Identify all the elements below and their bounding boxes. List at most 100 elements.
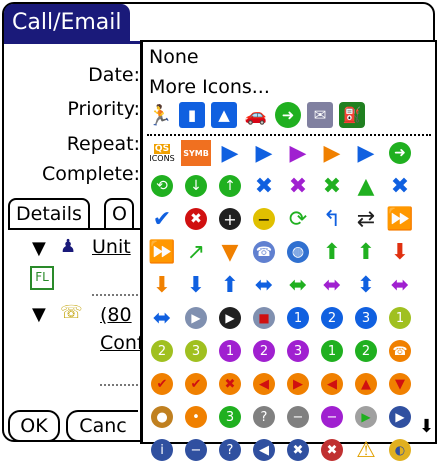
- play-blue-icon[interactable]: ▶: [215, 140, 245, 166]
- minus-circle-icon[interactable]: −: [283, 404, 313, 430]
- fast-forward-icon[interactable]: ⏩: [385, 206, 415, 232]
- down-triangle-icon[interactable]: ▼: [215, 239, 245, 265]
- question-circle-icon[interactable]: ?: [215, 437, 245, 463]
- back-arrow-circle-icon[interactable]: ⟲: [147, 173, 177, 199]
- area-chart-icon[interactable]: ▲: [211, 102, 237, 128]
- number-3-icon[interactable]: 3: [351, 305, 381, 331]
- right-arrow-circle-icon[interactable]: ➜: [385, 140, 415, 166]
- play-purple-icon[interactable]: ▶: [283, 140, 313, 166]
- cancel-circle-icon[interactable]: ✖: [283, 437, 313, 463]
- menu-item-more-icons[interactable]: More Icons...: [149, 76, 270, 98]
- number-2-icon[interactable]: 2: [249, 338, 279, 364]
- check-circle-icon[interactable]: ✔: [147, 371, 177, 397]
- ok-button[interactable]: OK: [8, 410, 60, 442]
- detail-row-3[interactable]: (80: [100, 304, 132, 326]
- down-arrow-circle-icon[interactable]: ▼: [385, 371, 415, 397]
- left-right-arrow-icon[interactable]: ⬌: [283, 272, 313, 298]
- collapse-triangle-icon[interactable]: ▼: [32, 238, 46, 259]
- down-arrow-icon[interactable]: ⬇: [385, 239, 415, 265]
- left-right-arrow-icon[interactable]: ⬌: [147, 305, 177, 331]
- left-right-arrow-icon[interactable]: ⬌: [385, 272, 415, 298]
- back-arrow-circle-icon[interactable]: ◀: [317, 371, 347, 397]
- down-arrow-icon[interactable]: ⬇: [147, 272, 177, 298]
- dot-circle-icon[interactable]: •: [181, 404, 211, 430]
- cancel-circle-icon[interactable]: ✖: [317, 437, 347, 463]
- up-down-arrow-icon[interactable]: ⬍: [351, 272, 381, 298]
- curved-arrow-icon[interactable]: ↗: [181, 239, 211, 265]
- up-arrow-icon[interactable]: ⬆: [317, 239, 347, 265]
- left-right-arrow-icon[interactable]: ⬌: [317, 272, 347, 298]
- cross-arrows-icon[interactable]: ✖: [249, 173, 279, 199]
- refresh-icon[interactable]: ⟳: [283, 206, 313, 232]
- play-orange-icon[interactable]: ▶: [317, 140, 347, 166]
- up-arrow-circle-icon[interactable]: ↑: [215, 173, 245, 199]
- number-2-icon[interactable]: 2: [147, 338, 177, 364]
- tab-other[interactable]: O: [104, 198, 134, 228]
- minus-circle-icon[interactable]: −: [181, 437, 211, 463]
- bar-chart-icon[interactable]: ▮: [179, 102, 205, 128]
- number-1-icon[interactable]: 1: [283, 305, 313, 331]
- play-circle-icon[interactable]: ▶: [351, 404, 381, 430]
- number-2-icon[interactable]: 2: [317, 305, 347, 331]
- phone-circle-icon[interactable]: ☎: [249, 239, 279, 265]
- info-circle-icon[interactable]: i: [147, 437, 177, 463]
- globe-icon[interactable]: ◍: [283, 239, 313, 265]
- detail-row-1[interactable]: Unit: [92, 236, 131, 258]
- search-circle-icon[interactable]: ●: [147, 404, 177, 430]
- warning-icon[interactable]: ⚠: [351, 437, 381, 463]
- play-blue-icon[interactable]: ▶: [249, 140, 279, 166]
- play-circle-icon[interactable]: ▶: [385, 404, 415, 430]
- fast-forward-icon[interactable]: ⏩: [147, 239, 177, 265]
- cancel-circle-icon[interactable]: ✖: [215, 371, 245, 397]
- left-arrow-circle-icon[interactable]: ◀: [249, 437, 279, 463]
- collapse-triangle-icon[interactable]: ▼: [32, 304, 46, 325]
- play-blue-icon[interactable]: ▶: [351, 140, 381, 166]
- number-2-icon[interactable]: 2: [351, 338, 381, 364]
- shuffle-icon[interactable]: ⇄: [351, 206, 381, 232]
- symbols-category[interactable]: SYMB: [181, 140, 211, 166]
- down-arrow-circle-icon[interactable]: ↓: [181, 173, 211, 199]
- number-3-icon[interactable]: 3: [283, 338, 313, 364]
- left-arrow-circle-icon[interactable]: ◀: [249, 371, 279, 397]
- close-x-icon[interactable]: ✖: [385, 173, 415, 199]
- question-circle-icon[interactable]: ?: [249, 404, 279, 430]
- qs-icons-category[interactable]: QS ICONS: [147, 140, 177, 166]
- menu-item-none[interactable]: None: [149, 46, 199, 68]
- down-arrow-icon[interactable]: ⬇: [181, 272, 211, 298]
- stop-circle-icon[interactable]: ■: [249, 305, 279, 331]
- cancel-circle-icon[interactable]: ✖: [181, 206, 211, 232]
- phone-circle-icon[interactable]: ☎: [385, 338, 415, 364]
- play-circle-icon[interactable]: ▶: [215, 305, 245, 331]
- scroll-down-arrow-icon[interactable]: ⬇: [419, 416, 434, 437]
- return-arrow-icon[interactable]: ↰: [317, 206, 347, 232]
- runner-icon[interactable]: 🏃: [147, 102, 173, 128]
- check-circle-icon[interactable]: ✔: [181, 371, 211, 397]
- left-right-arrow-icon[interactable]: ⬌: [249, 272, 279, 298]
- right-arrow-circle-icon[interactable]: ➜: [275, 102, 301, 128]
- checkmark-icon[interactable]: ✔: [147, 206, 177, 232]
- envelope-icon[interactable]: ✉: [307, 102, 333, 128]
- minus-circle-icon[interactable]: −: [317, 404, 347, 430]
- plus-circle-icon[interactable]: +: [215, 206, 245, 232]
- fl-icon[interactable]: FL: [30, 266, 54, 290]
- number-1-icon[interactable]: 1: [385, 305, 415, 331]
- number-3-icon[interactable]: 3: [181, 338, 211, 364]
- up-arrow-icon[interactable]: ⬆: [351, 239, 381, 265]
- car-icon[interactable]: 🚗: [243, 102, 269, 128]
- up-arrow-icon[interactable]: ⬆: [215, 272, 245, 298]
- cross-arrows-icon[interactable]: ✖: [283, 173, 313, 199]
- cross-arrows-icon[interactable]: ✖: [317, 173, 347, 199]
- cancel-button[interactable]: Canc: [66, 410, 138, 442]
- fuel-icon[interactable]: ⛽: [339, 102, 365, 128]
- up-arrow-circle-icon[interactable]: ▲: [351, 371, 381, 397]
- number-1-icon[interactable]: 1: [317, 338, 347, 364]
- palette-circle-icon[interactable]: ◐: [385, 437, 415, 463]
- play-circle-icon[interactable]: ▶: [181, 305, 211, 331]
- up-triangle-icon[interactable]: ▲: [351, 173, 381, 199]
- number-1-icon[interactable]: 1: [215, 338, 245, 364]
- detail-row-4[interactable]: Conf: [100, 332, 144, 354]
- tab-details[interactable]: Details: [8, 198, 90, 228]
- number-3-icon[interactable]: 3: [215, 404, 245, 430]
- minus-circle-icon[interactable]: −: [249, 206, 279, 232]
- right-arrow-circle-icon[interactable]: ▶: [283, 371, 313, 397]
